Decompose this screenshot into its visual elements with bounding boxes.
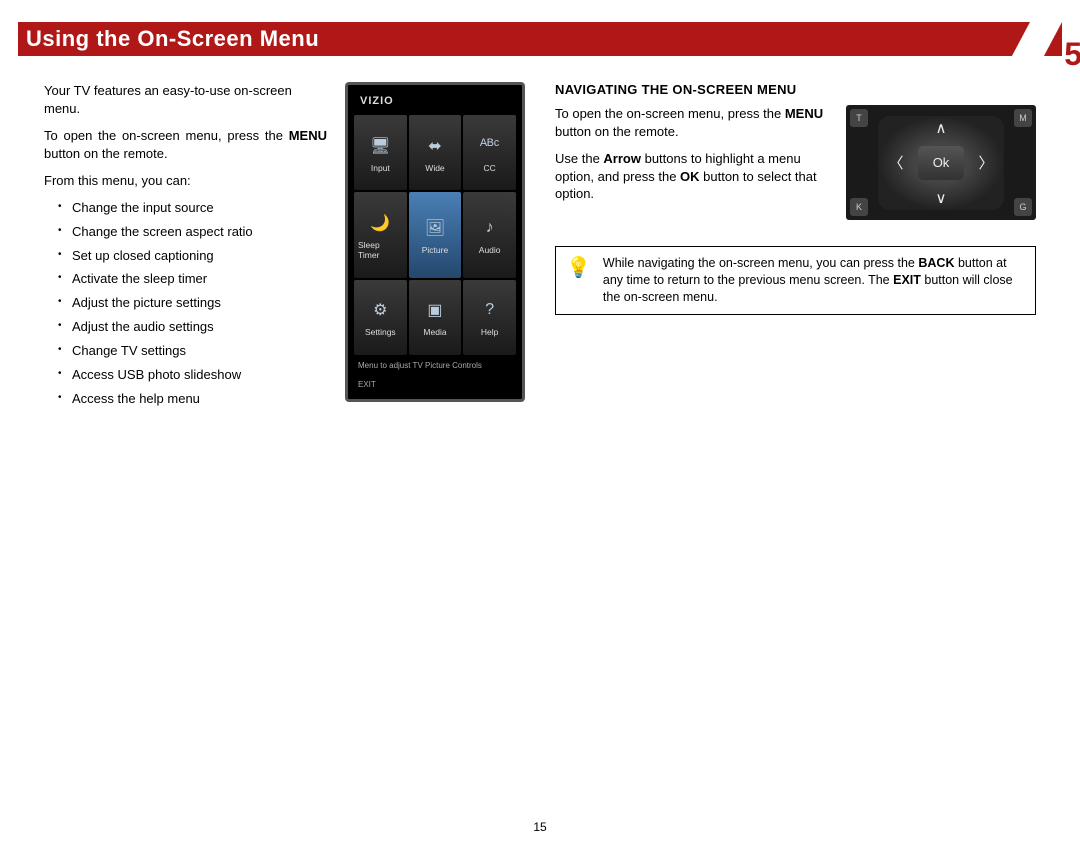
tv-cell-label: Input xyxy=(371,163,390,173)
intro-paragraph-2: To open the on-screen menu, press the ME… xyxy=(44,127,327,162)
list-item: Activate the sleep timer xyxy=(58,271,327,288)
tv-cell-label: Audio xyxy=(479,245,501,255)
tv-cell-icon: 🖥 xyxy=(367,133,393,159)
list-item: Adjust the audio settings xyxy=(58,319,327,336)
lightbulb-icon: 💡 xyxy=(566,255,591,280)
tv-cell-label: Media xyxy=(423,327,446,337)
page-number: 15 xyxy=(0,820,1080,834)
tv-cell-icon: ♪ xyxy=(477,215,503,241)
tv-cell-icon: 🌙 xyxy=(367,210,393,236)
tv-logo: VIZIO xyxy=(354,91,516,115)
tv-cell-icon: ⚙ xyxy=(367,297,393,323)
section-heading: NAVIGATING THE ON-SCREEN MENU xyxy=(555,82,1036,97)
remote-corner: T xyxy=(850,109,868,127)
remote-corner: M xyxy=(1014,109,1032,127)
tv-cell-label: Wide xyxy=(425,163,444,173)
tv-cell-icon: ᴬᴮᶜ xyxy=(477,133,503,159)
arrow-down-icon: ∨ xyxy=(929,186,953,210)
tv-exit-label: EXIT xyxy=(354,376,516,393)
list-item: Set up closed captioning xyxy=(58,248,327,265)
nav-paragraph-2: Use the Arrow buttons to highlight a men… xyxy=(555,150,832,203)
tv-menu-cell: ♪ Audio xyxy=(463,192,516,277)
tv-menu-cell: ᴬᴮᶜ CC xyxy=(463,115,516,190)
tv-cell-icon: ▣ xyxy=(422,297,448,323)
ok-button: Ok xyxy=(918,146,964,180)
arrow-up-icon: ∧ xyxy=(929,116,953,140)
list-item: Change TV settings xyxy=(58,343,327,360)
tv-cell-icon: 🖼 xyxy=(422,215,448,241)
list-item: Adjust the picture settings xyxy=(58,295,327,312)
tv-status-text: Menu to adjust TV Picture Controls xyxy=(354,355,516,376)
nav-paragraph-1: To open the on-screen menu, press the ME… xyxy=(555,105,832,140)
tip-box: 💡 While navigating the on-screen menu, y… xyxy=(555,246,1036,315)
tv-cell-label: CC xyxy=(484,163,496,173)
remote-corner: K xyxy=(850,198,868,216)
tv-menu-cell: ⬌ Wide xyxy=(409,115,462,190)
chapter-header: Using the On-Screen Menu xyxy=(18,22,1062,56)
tip-text: While navigating the on-screen menu, you… xyxy=(603,255,1025,306)
list-item: Change the screen aspect ratio xyxy=(58,224,327,241)
list-item: Access USB photo slideshow xyxy=(58,367,327,384)
chapter-title: Using the On-Screen Menu xyxy=(18,26,319,52)
tv-menu-cell: 🌙 Sleep Timer xyxy=(354,192,407,277)
tv-menu-cell: ? Help xyxy=(463,280,516,355)
tv-menu-cell: ▣ Media xyxy=(409,280,462,355)
tv-cell-label: Picture xyxy=(422,245,448,255)
tv-cell-icon: ⬌ xyxy=(422,133,448,159)
tv-menu-cell: 🖥 Input xyxy=(354,115,407,190)
chapter-number: 5 xyxy=(1064,36,1080,73)
remote-image: T M K G ∧ ∨ 〈 〉 Ok xyxy=(846,105,1036,220)
tv-menu-cell: 🖼 Picture xyxy=(409,192,462,277)
intro-paragraph-3: From this menu, you can: xyxy=(44,172,327,190)
tv-menu-screenshot: VIZIO 🖥 Input ⬌ Wide ᴬᴮᶜ CC 🌙 Sleep Timer 🖼 Pictu… xyxy=(345,82,525,402)
tv-menu-cell: ⚙ Settings xyxy=(354,280,407,355)
arrow-right-icon: 〉 xyxy=(974,151,998,175)
tv-cell-label: Sleep Timer xyxy=(358,240,403,260)
list-item: Access the help menu xyxy=(58,391,327,408)
tv-cell-label: Settings xyxy=(365,327,396,337)
tv-cell-icon: ? xyxy=(477,297,503,323)
tv-cell-label: Help xyxy=(481,327,498,337)
list-item: Change the input source xyxy=(58,200,327,217)
arrow-left-icon: 〈 xyxy=(884,151,908,175)
remote-corner: G xyxy=(1014,198,1032,216)
capabilities-list: Change the input source Change the scree… xyxy=(44,200,327,408)
intro-paragraph-1: Your TV features an easy-to-use on-scree… xyxy=(44,82,327,117)
